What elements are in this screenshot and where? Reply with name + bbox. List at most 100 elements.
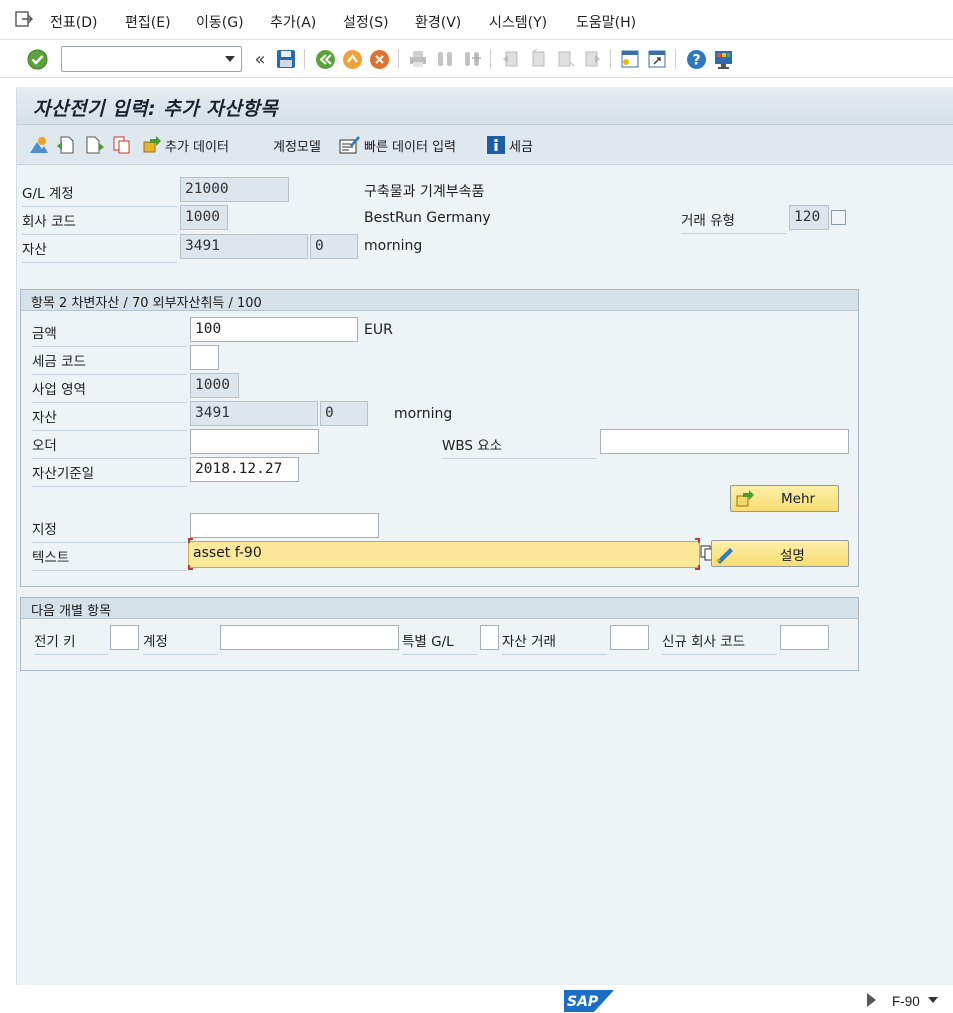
exit-transaction-icon[interactable] (341, 48, 363, 70)
next-item-button[interactable] (85, 134, 105, 156)
asset-header-label: 자산 (22, 238, 177, 263)
menu-system[interactable]: 시스템(Y) (489, 12, 547, 32)
menu-settings[interactable]: 설정(S) (343, 12, 389, 32)
transaction-type-checkbox[interactable] (831, 210, 846, 225)
new-company-code-label: 신규 회사 코드 (662, 630, 777, 655)
cancel-icon[interactable] (368, 48, 390, 70)
layout-menu-icon[interactable] (712, 48, 734, 70)
menu-help[interactable]: 도움말(H) (576, 12, 636, 32)
transaction-type-label: 거래 유형 (681, 209, 786, 234)
focus-corner (695, 538, 700, 543)
wbs-element-field[interactable] (600, 429, 849, 454)
asset-value-date-label: 자산기준일 (32, 462, 187, 487)
item-group-title: 항목 2 차변자산 / 70 외부자산취득 / 100 (21, 290, 858, 311)
copy-item-button[interactable] (112, 134, 132, 156)
first-page-icon (500, 48, 522, 70)
additional-data-label: 추가 데이터 (165, 139, 229, 155)
special-gl-label: 특별 G/L (402, 630, 477, 655)
asset-transaction-label: 자산 거래 (502, 630, 607, 655)
document-previous-icon (57, 136, 74, 154)
application-toolbar: 추가 데이터 계정모델 빠른 데이터 입력 세금 (17, 125, 953, 165)
mountain-icon (30, 137, 48, 153)
page-title: 자산전기 입력: 추가 자산항목 (33, 98, 279, 120)
exit-icon[interactable] (15, 11, 33, 27)
special-gl-field[interactable] (480, 625, 499, 650)
account-label: 계정 (143, 630, 218, 655)
info-icon (487, 136, 505, 154)
back-icon[interactable] (314, 48, 336, 70)
transaction-type-field: 120 (789, 205, 829, 230)
assignment-label: 지정 (32, 518, 187, 543)
enter-icon[interactable] (26, 48, 48, 70)
next-item-group-title: 다음 개별 항목 (21, 598, 858, 619)
fast-data-entry-label: 빠른 데이터 입력 (364, 139, 456, 155)
previous-item-button[interactable] (55, 134, 75, 156)
command-field[interactable] (61, 46, 242, 72)
transaction-code: F-90 (892, 994, 920, 1009)
asset-header-subnumber: 0 (310, 234, 358, 259)
asset-value-date-field[interactable]: 2018.12.27 (190, 457, 299, 482)
sap-logo: SAP (564, 990, 614, 1012)
shortcut-icon[interactable] (646, 48, 668, 70)
account-model-button[interactable]: 계정모델 (273, 134, 321, 156)
text-field[interactable]: asset f-90 (188, 541, 700, 568)
additional-data-button[interactable]: 추가 데이터 (142, 134, 229, 156)
edit-pencil-icon (716, 547, 733, 564)
business-area-label: 사업 영역 (32, 378, 187, 403)
menu-extras[interactable]: 추가(A) (270, 12, 316, 32)
assignment-field[interactable] (190, 513, 379, 538)
asset-field: 3491 (190, 401, 318, 426)
more-button-label: Mehr (781, 490, 816, 507)
amount-label: 금액 (32, 322, 187, 347)
menu-document[interactable]: 전표(D) (50, 12, 97, 32)
focus-corner (188, 565, 193, 570)
amount-field[interactable]: 100 (190, 317, 358, 342)
long-text-button[interactable]: 설명 (711, 540, 849, 567)
menu-edit[interactable]: 편집(E) (125, 12, 171, 32)
long-text-button-label: 설명 (780, 547, 805, 564)
arrow-right-icon (143, 136, 161, 153)
next-page-icon (554, 48, 576, 70)
overview-button[interactable] (29, 134, 49, 156)
asset-header-description: morning (364, 238, 423, 254)
menu-goto[interactable]: 이동(G) (196, 12, 244, 32)
title-bar: 자산전기 입력: 추가 자산항목 (17, 87, 953, 125)
fast-data-entry-button[interactable]: 빠른 데이터 입력 (339, 134, 456, 156)
focus-corner (188, 538, 193, 543)
asset-label: 자산 (32, 406, 187, 431)
account-model-label: 계정모델 (273, 139, 321, 155)
posting-key-field[interactable] (110, 625, 139, 650)
arrow-right-icon (736, 489, 754, 506)
gl-account-field: 21000 (180, 177, 289, 202)
collapse-icon[interactable]: « (249, 48, 271, 70)
menu-bar: 전표(D) 편집(E) 이동(G) 추가(A) 설정(S) 환경(V) 시스템(… (0, 0, 953, 40)
company-description: BestRun Germany (364, 210, 491, 226)
play-icon[interactable] (867, 993, 876, 1007)
tax-button[interactable]: 세금 (486, 134, 533, 156)
tax-label: 세금 (509, 139, 533, 155)
menu-environment[interactable]: 환경(V) (415, 12, 461, 32)
new-company-code-field[interactable] (780, 625, 829, 650)
chevron-down-icon[interactable] (225, 56, 235, 62)
tax-code-label: 세금 코드 (32, 350, 187, 375)
business-area-field: 1000 (190, 373, 239, 398)
asset-transaction-field[interactable] (610, 625, 649, 650)
account-field[interactable] (220, 625, 399, 650)
currency-text: EUR (364, 322, 393, 338)
tax-code-field[interactable] (190, 345, 219, 370)
document-next-icon (86, 136, 104, 154)
gl-account-description: 구축물과 기계부속품 (364, 184, 485, 200)
more-button[interactable]: Mehr (730, 485, 839, 512)
chevron-down-icon[interactable] (928, 997, 938, 1003)
asset-description: morning (394, 406, 453, 422)
text-label: 텍스트 (32, 546, 187, 571)
company-code-label: 회사 코드 (22, 210, 177, 235)
order-field[interactable] (190, 429, 319, 454)
new-session-icon[interactable] (619, 48, 641, 70)
help-icon[interactable]: ? (685, 48, 707, 70)
command-input[interactable] (62, 47, 217, 71)
wbs-element-label: WBS 요소 (442, 434, 597, 459)
save-icon[interactable] (275, 48, 297, 70)
posting-key-label: 전기 키 (34, 630, 108, 655)
copy-icon (113, 136, 130, 154)
